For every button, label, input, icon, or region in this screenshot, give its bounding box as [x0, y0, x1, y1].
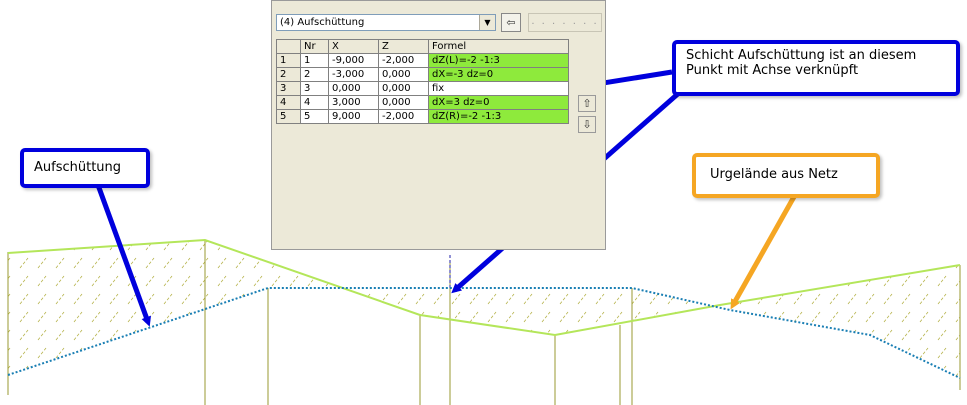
- cell-nr[interactable]: 5: [300, 109, 329, 124]
- more-button[interactable]: . . . . . . .: [528, 13, 602, 32]
- layer-select[interactable]: (4) Aufschüttung ▼: [276, 14, 496, 31]
- cell-nr[interactable]: 4: [300, 95, 329, 110]
- row-index: 4: [276, 95, 301, 110]
- row-index: 3: [276, 81, 301, 96]
- callout-fill: Aufschüttung: [20, 148, 150, 188]
- arrow-up-icon: ⇧: [582, 97, 592, 110]
- table-row[interactable]: 5 5 9,000 -2,000 dZ(R)=-2 -1:3: [276, 109, 569, 124]
- chevron-down-icon[interactable]: ▼: [479, 15, 495, 30]
- pin-button[interactable]: ⇦: [501, 13, 521, 32]
- fill-area-hatch: [8, 240, 960, 378]
- cell-nr[interactable]: 1: [300, 53, 329, 68]
- cell-z[interactable]: -2,000: [378, 53, 429, 68]
- cell-x[interactable]: -9,000: [328, 53, 379, 68]
- column-header: Nr: [300, 39, 329, 54]
- layer-select-value: (4) Aufschüttung: [280, 17, 365, 28]
- cell-formula[interactable]: fix: [428, 81, 569, 96]
- column-header: [276, 39, 301, 54]
- callout-link-line2: Punkt mit Achse verknüpft: [686, 63, 859, 78]
- cell-formula[interactable]: dZ(L)=-2 -1:3: [428, 53, 569, 68]
- table-row[interactable]: 2 2 -3,000 0,000 dX=-3 dz=0: [276, 67, 569, 82]
- layer-dialog: (4) Aufschüttung ▼ ⇦ . . . . . . . Nr X …: [271, 0, 606, 250]
- cell-x[interactable]: 3,000: [328, 95, 379, 110]
- row-index: 2: [276, 67, 301, 82]
- cell-z[interactable]: 0,000: [378, 95, 429, 110]
- cell-nr[interactable]: 2: [300, 67, 329, 82]
- table-row[interactable]: 1 1 -9,000 -2,000 dZ(L)=-2 -1:3: [276, 53, 569, 68]
- cell-formula[interactable]: dX=3 dz=0: [428, 95, 569, 110]
- row-index: 1: [276, 53, 301, 68]
- cell-x[interactable]: 9,000: [328, 109, 379, 124]
- pin-icon: ⇦: [506, 16, 516, 29]
- table-row[interactable]: 3 3 0,000 0,000 fix: [276, 81, 569, 96]
- cell-x[interactable]: -3,000: [328, 67, 379, 82]
- callout-terrain: Urgelände aus Netz: [692, 153, 880, 198]
- cell-z[interactable]: 0,000: [378, 67, 429, 82]
- arrow-terrain-callout: [730, 193, 798, 310]
- callout-link-line1: Schicht Aufschüttung ist an diesem: [686, 48, 917, 63]
- table-row[interactable]: 4 4 3,000 0,000 dX=3 dz=0: [276, 95, 569, 110]
- move-up-button[interactable]: ⇧: [578, 95, 596, 112]
- points-table: Nr X Z Formel 1 1 -9,000 -2,000 dZ(L)=-2…: [276, 39, 569, 124]
- cell-nr[interactable]: 3: [300, 81, 329, 96]
- column-header: Formel: [428, 39, 569, 54]
- arrow-down-icon: ⇩: [582, 118, 592, 131]
- column-header: Z: [378, 39, 429, 54]
- callout-terrain-text: Urgelände aus Netz: [710, 167, 838, 182]
- cell-z[interactable]: 0,000: [378, 81, 429, 96]
- cell-formula[interactable]: dX=-3 dz=0: [428, 67, 569, 82]
- column-header: X: [328, 39, 379, 54]
- cell-x[interactable]: 0,000: [328, 81, 379, 96]
- cell-formula[interactable]: dZ(R)=-2 -1:3: [428, 109, 569, 124]
- move-down-button[interactable]: ⇩: [578, 116, 596, 133]
- row-index: 5: [276, 109, 301, 124]
- table-header-row: Nr X Z Formel: [276, 39, 569, 54]
- cell-z[interactable]: -2,000: [378, 109, 429, 124]
- callout-link: Schicht Aufschüttung ist an diesem Punkt…: [672, 40, 960, 96]
- callout-fill-text: Aufschüttung: [34, 160, 122, 175]
